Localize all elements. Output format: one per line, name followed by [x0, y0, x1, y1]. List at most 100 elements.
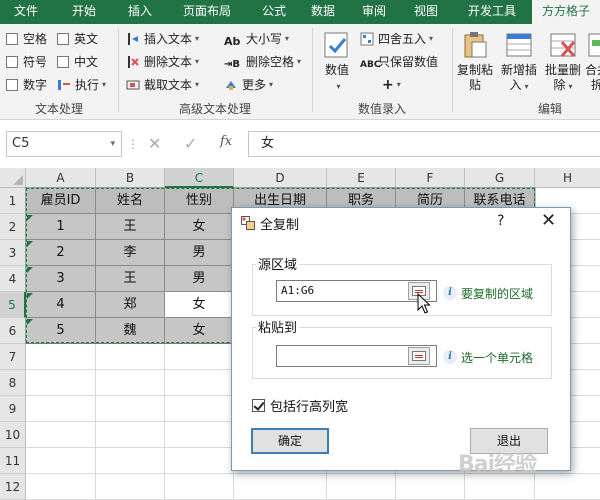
- case-button[interactable]: Ab 大小写 ▾: [224, 29, 289, 49]
- copy-paste-button[interactable]: 复制粘 贴: [454, 30, 496, 93]
- row-header-10[interactable]: 10: [0, 422, 26, 448]
- cell-c2[interactable]: 女: [165, 214, 234, 240]
- cell-c4[interactable]: 男: [165, 266, 234, 292]
- row-header-3[interactable]: 3: [0, 240, 26, 266]
- ribbon-tab-bar: 文件 开始 插入 页面布局 公式 数据 审阅 视图 开发工具 方方格子: [0, 0, 600, 24]
- cell-a6[interactable]: 5: [26, 318, 96, 344]
- column-header-a[interactable]: A: [26, 168, 96, 188]
- row-header-11[interactable]: 11: [0, 448, 26, 474]
- case-label: 大小写: [246, 32, 283, 46]
- cell-c5-active[interactable]: 女: [165, 292, 234, 318]
- batch-delete-button[interactable]: 批量删 除 ▾: [542, 30, 584, 94]
- remove-spaces-icon: ⇥B: [224, 59, 241, 70]
- insert-new-button[interactable]: 新增插 入 ▾: [498, 30, 540, 94]
- check-symbols[interactable]: 符号: [6, 52, 47, 72]
- row-header-6[interactable]: 6: [0, 318, 26, 344]
- checkmark-icon: [252, 399, 265, 412]
- dialog-titlebar[interactable]: 全复制 ? ✕: [232, 208, 570, 238]
- select-all-corner[interactable]: [0, 168, 26, 188]
- cell-b5[interactable]: 郑: [96, 292, 165, 318]
- remove-spaces-label: 删除空格: [246, 55, 295, 69]
- cell-c6[interactable]: 女: [165, 318, 234, 344]
- cell-a1[interactable]: 雇员ID: [26, 188, 96, 214]
- chevron-down-icon[interactable]: ▾: [110, 132, 115, 156]
- merge-icon: [587, 30, 600, 60]
- cell-a2[interactable]: 1: [26, 214, 96, 240]
- tab-fangfanggezi[interactable]: 方方格子: [532, 0, 600, 24]
- column-header-f[interactable]: F: [396, 168, 465, 188]
- checkbox-icon: [57, 56, 69, 68]
- tab-file[interactable]: 文件: [0, 0, 52, 24]
- cell-c1[interactable]: 性别: [165, 188, 234, 214]
- chevron-down-icon: ▾: [568, 82, 573, 91]
- row-header-8[interactable]: 8: [0, 370, 26, 396]
- include-row-col-size-checkbox[interactable]: 包括行高列宽: [252, 396, 348, 415]
- remove-spaces-button[interactable]: ⇥B 删除空格 ▾: [224, 52, 301, 72]
- column-header-c[interactable]: C: [165, 168, 234, 188]
- cell-b6[interactable]: 魏: [96, 318, 165, 344]
- cell-b2[interactable]: 王: [96, 214, 165, 240]
- tab-data[interactable]: 数据: [298, 0, 348, 24]
- tab-developer[interactable]: 开发工具: [452, 0, 532, 24]
- checkbox-icon: [6, 56, 18, 68]
- cell-value: 1: [56, 219, 65, 234]
- insert-new-label-2-text: 入: [509, 78, 522, 92]
- execute-button[interactable]: 执行 ▾: [57, 75, 106, 95]
- check-chinese[interactable]: 中文: [57, 52, 98, 72]
- column-header-h[interactable]: H: [535, 168, 600, 188]
- round-button[interactable]: 四舍五入 ▾: [360, 29, 433, 49]
- row-header-7[interactable]: 7: [0, 344, 26, 370]
- cell-a5[interactable]: 4: [26, 292, 96, 318]
- plus-button[interactable]: + ▾: [382, 75, 401, 95]
- column-header-d[interactable]: D: [234, 168, 327, 188]
- round-label: 四舍五入: [378, 32, 427, 46]
- check-spaces[interactable]: 空格: [6, 29, 47, 49]
- check-numbers[interactable]: 数字: [6, 75, 47, 95]
- row-header-5[interactable]: 5: [0, 292, 26, 318]
- cell-b3[interactable]: 李: [96, 240, 165, 266]
- ok-button[interactable]: 确定: [251, 428, 329, 454]
- checkbox-icon: [6, 79, 18, 91]
- tab-insert[interactable]: 插入: [116, 0, 164, 24]
- cell-b4[interactable]: 王: [96, 266, 165, 292]
- tab-review[interactable]: 审阅: [348, 0, 400, 24]
- keep-values-button[interactable]: ABC 只保留数值: [360, 52, 438, 72]
- tab-home[interactable]: 开始: [52, 0, 116, 24]
- merge-split-button[interactable]: 合并 拆: [582, 30, 600, 93]
- help-icon[interactable]: ?: [497, 213, 504, 229]
- cell-a3[interactable]: 2: [26, 240, 96, 266]
- insert-text-button[interactable]: 插入文本 ▾: [126, 29, 199, 49]
- insert-function-button[interactable]: fx: [220, 134, 232, 149]
- tab-page-layout[interactable]: 页面布局: [164, 0, 250, 24]
- row-header-12[interactable]: 12: [0, 474, 26, 500]
- checkbox-icon: [57, 33, 69, 45]
- select-all-icon: [13, 175, 23, 185]
- row-header-1[interactable]: 1: [0, 188, 26, 214]
- tab-formulas[interactable]: 公式: [250, 0, 298, 24]
- cell-b1[interactable]: 姓名: [96, 188, 165, 214]
- cell-c3[interactable]: 男: [165, 240, 234, 266]
- enter-icon[interactable]: ✓: [184, 134, 197, 154]
- extract-text-button[interactable]: 截取文本 ▾: [126, 75, 199, 95]
- row-header-9[interactable]: 9: [0, 396, 26, 422]
- check-label: 英文: [74, 32, 99, 46]
- more-button[interactable]: 更多 ▾: [224, 75, 273, 95]
- clipboard-icon: [460, 30, 490, 60]
- number-button[interactable]: 数值 ▾: [316, 30, 358, 92]
- check-english[interactable]: 英文: [57, 29, 98, 49]
- cell-a4[interactable]: 3: [26, 266, 96, 292]
- close-icon[interactable]: ✕: [541, 210, 556, 231]
- row-header-4[interactable]: 4: [0, 266, 26, 292]
- delete-text-button[interactable]: 删除文本 ▾: [126, 52, 199, 72]
- formula-input[interactable]: 女: [248, 131, 600, 157]
- row-header-2[interactable]: 2: [0, 214, 26, 240]
- cancel-icon[interactable]: ✕: [148, 134, 161, 154]
- column-header-g[interactable]: G: [465, 168, 535, 188]
- column-header-b[interactable]: B: [96, 168, 165, 188]
- chevron-down-icon: ▾: [195, 57, 200, 66]
- tab-view[interactable]: 视图: [400, 0, 452, 24]
- paste-target-picker[interactable]: [408, 347, 430, 365]
- column-header-e[interactable]: E: [327, 168, 396, 188]
- name-box[interactable]: C5 ▾: [6, 131, 122, 157]
- resize-grip-icon[interactable]: ⋮: [127, 137, 139, 151]
